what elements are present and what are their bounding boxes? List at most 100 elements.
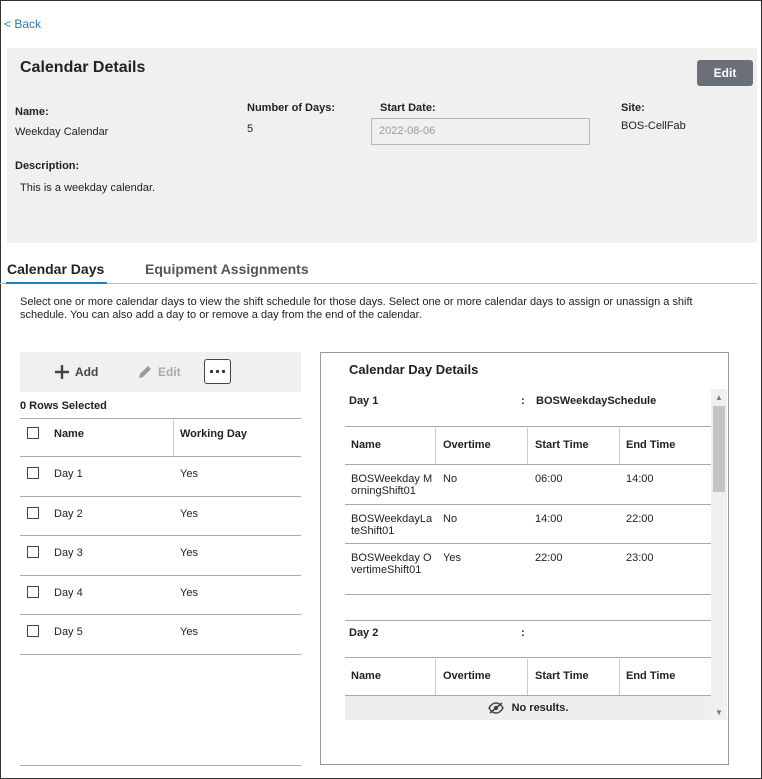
column-divider <box>527 659 528 695</box>
shift-end: 14:00 <box>626 473 654 485</box>
shift-col-end[interactable]: End Time <box>626 439 675 451</box>
shift-col-name[interactable]: Name <box>351 670 433 682</box>
shift-name: BOSWeekday MorningShift01 <box>351 473 433 497</box>
calendar-details-section: Calendar Details Edit Name: Weekday Cale… <box>7 48 757 243</box>
shift-overtime: No <box>443 513 458 525</box>
table-row[interactable]: Day 5 Yes <box>20 615 301 655</box>
grid-toolbar: Add Edit <box>20 352 301 392</box>
day-1-name: Day 1 <box>349 395 379 407</box>
day-1-shift-table: Name Overtime Start Time End Time BOSWee… <box>345 426 711 595</box>
shift-col-name[interactable]: Name <box>351 439 433 451</box>
instructions-text: Select one or more calendar days to view… <box>20 296 693 321</box>
calendar-days-table: Name Working Day Day 1 Yes Day 2 Yes Day… <box>20 418 301 655</box>
site-value: BOS-CellFab <box>621 120 686 132</box>
ellipsis-icon <box>209 369 226 374</box>
day-name: Day 1 <box>54 468 83 480</box>
day-1-colon: : <box>521 395 525 407</box>
column-divider[interactable] <box>173 420 174 456</box>
start-date-label: Start Date: <box>380 102 436 114</box>
row-checkbox[interactable] <box>27 546 39 558</box>
shift-col-start[interactable]: Start Time <box>535 670 589 682</box>
row-checkbox[interactable] <box>27 506 39 519</box>
day-2-name: Day 2 <box>349 627 379 639</box>
page-title: Calendar Details <box>20 59 146 76</box>
day-2-colon: : <box>521 627 525 639</box>
description-value: This is a weekday calendar. <box>20 182 156 194</box>
plus-icon <box>55 365 69 379</box>
tab-bar: Calendar Days Equipment Assignments <box>0 256 757 284</box>
shift-end: 23:00 <box>626 552 654 564</box>
panel-scrollbar[interactable]: ▲ ▼ <box>711 389 727 720</box>
day-divider <box>345 620 711 621</box>
row-checkbox[interactable] <box>27 467 39 479</box>
panel-title: Calendar Day Details <box>349 362 479 377</box>
working-day-value: Yes <box>180 547 198 559</box>
shift-col-overtime[interactable]: Overtime <box>443 439 491 451</box>
working-day-value: Yes <box>180 507 198 520</box>
scroll-up-arrow-icon[interactable]: ▲ <box>711 390 727 404</box>
rows-selected-count: 0 Rows Selected <box>20 400 107 412</box>
row-checkbox[interactable] <box>27 625 39 637</box>
table-row[interactable]: Day 3 Yes <box>20 536 301 576</box>
column-divider <box>435 659 436 695</box>
working-day-value: Yes <box>180 586 198 599</box>
days-value: 5 <box>247 123 254 135</box>
shift-start: 06:00 <box>535 473 563 485</box>
column-header-working-day[interactable]: Working Day <box>180 428 247 440</box>
shift-name: BOSWeekday OvertimeShift01 <box>351 552 432 576</box>
day-1-schedule: BOSWeekdaySchedule <box>536 395 657 407</box>
eye-slash-icon <box>487 702 504 714</box>
table-row[interactable]: Day 2 Yes <box>20 497 301 536</box>
add-button[interactable]: Add <box>54 364 98 380</box>
more-options-button[interactable] <box>204 359 231 384</box>
shift-table-header: Name Overtime Start Time End Time <box>345 657 711 696</box>
column-divider <box>619 428 620 464</box>
days-label: Number of Days: <box>247 102 336 114</box>
no-results-text: No results. <box>511 702 569 714</box>
column-divider <box>527 428 528 464</box>
shift-table-header: Name Overtime Start Time End Time <box>345 426 711 465</box>
scroll-down-arrow-icon[interactable]: ▼ <box>711 705 727 719</box>
details-content: Day 1 : BOSWeekdaySchedule Name Overtime… <box>345 389 711 720</box>
calendar-day-details-panel: Calendar Day Details Day 1 : BOSWeekdayS… <box>320 352 729 765</box>
shift-row[interactable]: BOSWeekdayLateShift01 No 14:00 22:00 <box>345 505 711 544</box>
grid-bottom-divider <box>20 765 301 766</box>
toolbar-edit-button[interactable]: Edit <box>137 364 181 380</box>
column-divider <box>435 428 436 464</box>
day-2-shift-table: Name Overtime Start Time End Time <box>345 657 711 696</box>
name-label: Name: <box>15 106 49 118</box>
details-scroll-area[interactable]: Day 1 : BOSWeekdaySchedule Name Overtime… <box>345 389 727 720</box>
shift-col-end[interactable]: End Time <box>626 670 675 682</box>
shift-col-overtime[interactable]: Overtime <box>443 670 491 682</box>
tab-calendar-days[interactable]: Calendar Days <box>7 261 104 277</box>
description-label: Description: <box>15 160 80 172</box>
day-name: Day 5 <box>54 626 83 638</box>
table-header-row: Name Working Day <box>20 418 301 457</box>
row-checkbox[interactable] <box>27 585 39 598</box>
name-value: Weekday Calendar <box>15 126 109 138</box>
edit-button[interactable]: Edit <box>697 60 753 86</box>
working-day-value: Yes <box>180 468 198 480</box>
add-button-label: Add <box>75 365 99 379</box>
edit-button-label: Edit <box>158 365 181 379</box>
column-header-name[interactable]: Name <box>54 428 84 440</box>
no-results-row: No results. <box>345 696 711 720</box>
scrollbar-thumb[interactable] <box>713 406 725 492</box>
shift-overtime: No <box>443 473 458 485</box>
start-date-field: 2022-08-06 <box>371 118 590 145</box>
shift-row[interactable]: BOSWeekday MorningShift01 No 06:00 14:00 <box>345 465 711 505</box>
shift-overtime: Yes <box>443 552 461 564</box>
shift-start: 22:00 <box>535 552 563 564</box>
tab-equipment-assignments[interactable]: Equipment Assignments <box>145 261 309 277</box>
table-row[interactable]: Day 4 Yes <box>20 576 301 615</box>
day-name: Day 3 <box>54 547 83 559</box>
site-label: Site: <box>621 102 645 114</box>
working-day-value: Yes <box>180 626 198 638</box>
shift-col-start[interactable]: Start Time <box>535 439 589 451</box>
back-link[interactable]: < Back <box>4 17 41 31</box>
select-all-checkbox[interactable] <box>27 427 39 439</box>
table-row[interactable]: Day 1 Yes <box>20 457 301 497</box>
column-divider <box>619 659 620 695</box>
day-name: Day 4 <box>54 586 83 599</box>
shift-row[interactable]: BOSWeekday OvertimeShift01 Yes 22:00 23:… <box>345 544 711 595</box>
